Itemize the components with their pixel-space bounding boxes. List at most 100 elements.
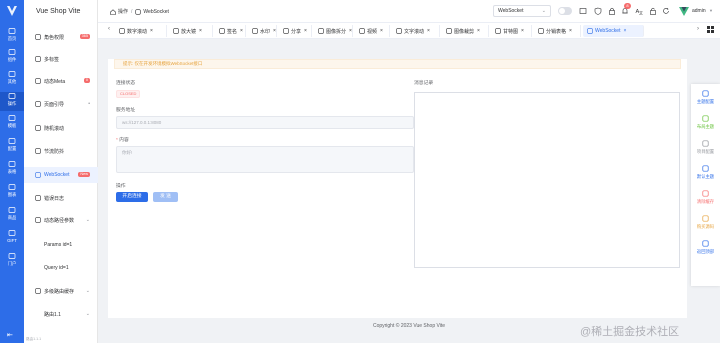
breadcrumb-item[interactable]: WebSocket xyxy=(143,9,168,15)
table-icon xyxy=(538,28,544,34)
message-log-label: 消息记录 xyxy=(414,81,434,86)
close-icon[interactable]: × xyxy=(240,28,243,34)
float-item-label: 购买源码 xyxy=(696,224,715,229)
rail-item-7[interactable]: 图表 xyxy=(0,183,24,202)
lock-icon[interactable] xyxy=(608,7,616,15)
float-item-clear-cache[interactable]: 清除缓存 xyxy=(691,187,720,211)
close-icon[interactable]: × xyxy=(569,28,572,34)
brand-title: Vue Shop Vite xyxy=(36,8,81,15)
tab-table[interactable]: 分销表格 × xyxy=(534,25,581,37)
sidebar-item-label: 页面引导 xyxy=(44,101,65,108)
chevron-right-icon[interactable]: › xyxy=(697,26,699,32)
sidebar-item-12[interactable]: 路由1.1 ⌄ xyxy=(24,306,98,322)
sidebar-item-label: Query id=1 xyxy=(44,265,69,271)
tab-video[interactable]: 视频 × xyxy=(355,25,390,37)
message-textarea[interactable]: 你好! xyxy=(116,146,414,173)
sidebar-item-3[interactable]: 页面引导 • xyxy=(24,96,98,112)
rail-item-2[interactable]: 其他 xyxy=(0,70,24,89)
rail-item-label: 门户 xyxy=(7,261,17,266)
rail-item-3[interactable]: 操作 xyxy=(0,92,24,111)
translate-icon[interactable]: A文 xyxy=(635,7,644,15)
float-item-back-top[interactable]: 返回顶部 xyxy=(691,237,720,261)
sidebar-item-8[interactable]: 动态路径参数 ⌄ xyxy=(24,212,98,228)
sidebar-item-1[interactable]: 多标签 xyxy=(24,51,98,67)
sidebar-item-label: 多标签 xyxy=(44,56,60,63)
rail-item-4[interactable]: 模板 xyxy=(0,114,24,133)
refresh-icon[interactable] xyxy=(662,7,670,15)
sidebar-item-6[interactable]: WebSocket New xyxy=(24,167,98,183)
collapse-icon[interactable]: ⇤ xyxy=(7,331,13,339)
tab-signature[interactable]: 签名 × xyxy=(215,25,246,37)
rail-item-1[interactable]: 组件 xyxy=(0,48,24,67)
shield-icon[interactable] xyxy=(594,7,602,15)
close-icon[interactable]: × xyxy=(349,28,352,34)
rail-item-9[interactable]: GIFT xyxy=(0,229,24,248)
lock-screen-icon[interactable] xyxy=(649,7,657,15)
tabs-bar: ‹ › 数字滚动 × 放大镜 × 签名 × 水印 × 分享 × 图像拆分 × 视频 × 文字滚动 × 图像裁剪 ×… xyxy=(98,23,720,39)
more-icon xyxy=(8,70,16,78)
goods-icon xyxy=(8,206,16,214)
breadcrumb-item[interactable]: 操作 xyxy=(118,8,128,15)
close-icon[interactable]: × xyxy=(199,28,202,34)
close-icon[interactable]: × xyxy=(304,28,307,34)
sidebar-item-4[interactable]: 随机滚动 xyxy=(24,120,98,136)
username[interactable]: admin xyxy=(692,8,706,14)
sidebar-item-7[interactable]: 错误日志 xyxy=(24,190,98,206)
close-icon[interactable]: × xyxy=(521,28,524,34)
caret-down-icon[interactable]: ▼ xyxy=(709,8,713,13)
tab-gantt[interactable]: 甘特图 × xyxy=(491,25,532,37)
tab-watermark[interactable]: 水印 × xyxy=(248,25,277,37)
chevron-left-icon[interactable]: ‹ xyxy=(108,26,110,32)
rail-item-5[interactable]: 配置 xyxy=(0,137,24,156)
user-shield-icon xyxy=(35,34,41,40)
close-icon[interactable]: × xyxy=(273,28,276,34)
rail-item-6[interactable]: 表格 xyxy=(0,160,24,179)
sidebar-item-11[interactable]: 多级路由缓存 ⌄ xyxy=(24,283,98,299)
tab-label: 分享 xyxy=(291,28,302,35)
tab-crop[interactable]: 图像裁剪 × xyxy=(442,25,489,37)
close-icon[interactable]: × xyxy=(427,28,430,34)
rail-item-label: 表格 xyxy=(7,169,17,174)
tab-number[interactable]: 数字滚动 × xyxy=(115,25,167,37)
close-icon[interactable]: × xyxy=(150,28,153,34)
fullscreen-icon[interactable] xyxy=(579,7,587,15)
tab-websocket[interactable]: WebSocket × xyxy=(583,25,644,37)
tab-text-scroll[interactable]: 文字滚动 × xyxy=(392,25,440,37)
server-address-input[interactable]: ws://127.0.0.1:8080 xyxy=(116,116,414,129)
tab-magnifier[interactable]: 放大镜 × xyxy=(169,25,213,37)
float-item-theme-config[interactable]: 主题配置 xyxy=(691,87,720,111)
tabs-icon xyxy=(35,56,41,62)
tab-label: 甘特图 xyxy=(503,28,519,35)
tab-label: 文字滚动 xyxy=(404,28,425,35)
close-icon[interactable]: × xyxy=(477,28,480,34)
server-label: 服务地址 xyxy=(116,108,136,113)
crop-icon xyxy=(446,28,452,34)
float-item-purchase[interactable]: 购买源码 xyxy=(691,212,720,236)
tab-share[interactable]: 分享 × xyxy=(279,25,312,37)
theme-select[interactable]: WebSocket ⌄ xyxy=(493,5,551,17)
close-icon[interactable]: × xyxy=(380,28,383,34)
grid-menu-icon[interactable] xyxy=(707,26,714,33)
sidebar-item-0[interactable]: 角色权限 365 xyxy=(24,29,98,45)
sidebar-item-9[interactable]: Params id=1 xyxy=(24,237,98,253)
float-item-undo[interactable]: 默认主题 xyxy=(691,162,720,186)
tab-label: 分销表格 xyxy=(546,28,567,35)
close-icon[interactable]: × xyxy=(623,28,626,34)
video-icon xyxy=(359,28,365,34)
dark-mode-toggle[interactable] xyxy=(558,7,572,15)
tab-image-split[interactable]: 图像拆分 × xyxy=(314,25,353,37)
random-icon xyxy=(35,125,41,131)
send-button[interactable]: 发 送 xyxy=(153,192,178,202)
float-item-project-config[interactable]: 项目配置 xyxy=(691,137,720,161)
open-connection-button[interactable]: 开启连接 xyxy=(116,192,148,202)
menu-badge: New xyxy=(78,172,90,177)
float-item-layout-theme[interactable]: 布局主题 xyxy=(691,112,720,136)
sidebar-item-10[interactable]: Query id=1 xyxy=(24,260,98,276)
sidebar-item-5[interactable]: 节流防抖 xyxy=(24,143,98,159)
sidebar-item-2[interactable]: 动态Meta 0 xyxy=(24,73,98,89)
template-icon xyxy=(8,114,16,122)
rail-item-0[interactable]: 首页 xyxy=(0,27,24,46)
rail-item-10[interactable]: 门户 xyxy=(0,252,24,271)
avatar[interactable] xyxy=(678,5,690,17)
rail-item-8[interactable]: 商品 xyxy=(0,206,24,225)
